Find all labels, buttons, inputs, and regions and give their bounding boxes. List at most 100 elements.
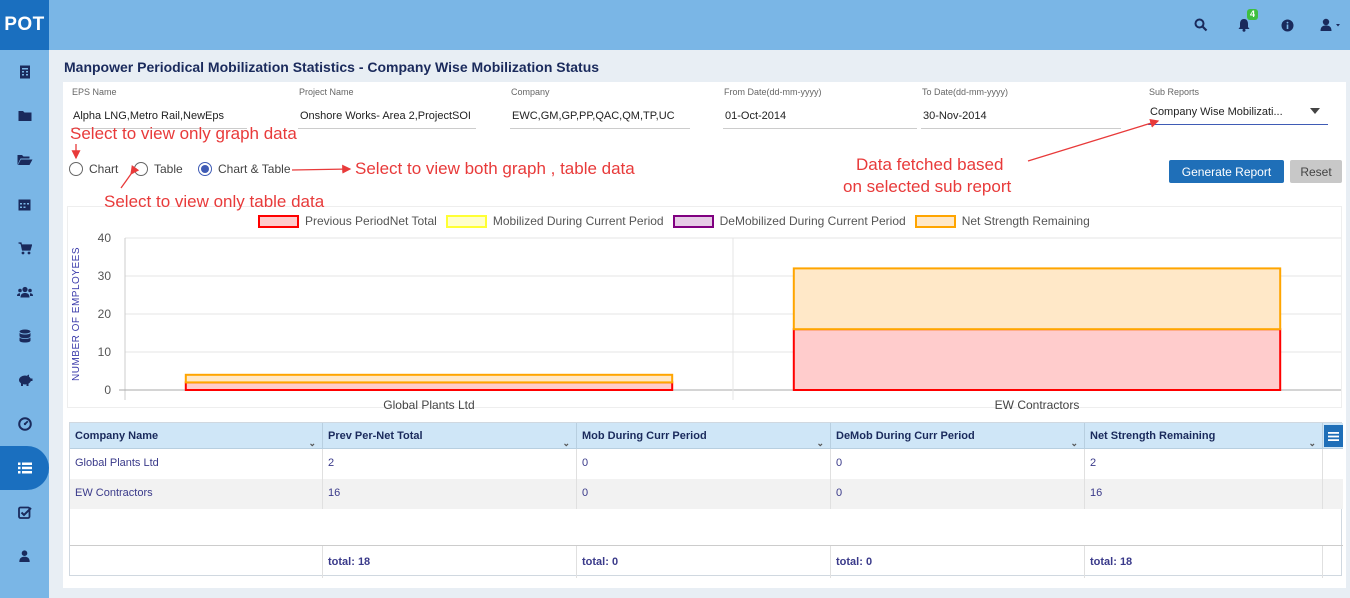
piggy-bank-icon	[18, 374, 32, 386]
app-logo[interactable]: POT	[0, 0, 49, 50]
annotation-fetched-2: on selected sub report	[843, 177, 1012, 196]
sidebar-item-users[interactable]	[0, 270, 49, 314]
generate-report-button[interactable]: Generate Report	[1169, 160, 1284, 183]
sub-reports-value: Company Wise Mobilizati...	[1150, 106, 1283, 118]
table-cell: 16	[323, 479, 577, 509]
total-cell: total: 0	[831, 546, 1085, 578]
legend-label: Previous PeriodNet Total	[305, 214, 437, 228]
column-header[interactable]: DeMob During Curr Period ⌄	[831, 423, 1085, 449]
reset-button[interactable]: Reset	[1290, 160, 1342, 183]
radio-chart-table[interactable]: Chart & Table	[198, 162, 291, 176]
legend-swatch	[914, 214, 956, 228]
project-field[interactable]: Onshore Works- Area 2,ProjectSOI	[298, 103, 476, 129]
y-tick-label: 30	[98, 269, 112, 283]
from-date-field[interactable]: 01-Oct-2014	[723, 103, 917, 129]
sidebar-item-folder-open[interactable]	[0, 138, 49, 182]
annotation-both: Select to view both graph , table data	[355, 159, 635, 178]
sidebar-item-folder[interactable]	[0, 94, 49, 138]
radio-table[interactable]: Table	[134, 162, 183, 176]
to-date-label: To Date(dd-mm-yyyy)	[922, 87, 1009, 97]
user-icon	[19, 550, 30, 562]
table-row[interactable]: Global Plants Ltd 2 0 0 2	[70, 449, 1343, 479]
radio-chart[interactable]: Chart	[69, 162, 118, 176]
radio-chart-circle[interactable]	[69, 162, 83, 176]
sidebar-item-cart[interactable]	[0, 226, 49, 270]
legend-item[interactable]: Previous PeriodNet Total	[258, 214, 437, 228]
column-header[interactable]: Prev Per-Net Total ⌄	[323, 423, 577, 449]
bar-segment	[792, 328, 1282, 391]
sidebar-item-tasks[interactable]	[0, 490, 49, 534]
sidebar-item-reports[interactable]	[0, 50, 49, 94]
column-header-label: DeMob During Curr Period	[836, 430, 975, 442]
total-cell: total: 0	[577, 546, 831, 578]
column-header-label: Mob During Curr Period	[582, 430, 707, 442]
sidebar-item-list[interactable]	[0, 446, 49, 490]
calendar-icon	[18, 199, 31, 210]
total-cell: total: 18	[323, 546, 577, 578]
radio-table-circle[interactable]	[134, 162, 148, 176]
y-tick-label: 40	[98, 231, 112, 245]
table-cell: EW Contractors	[70, 479, 323, 509]
legend-swatch	[258, 214, 299, 228]
legend-label: DeMobilized During Current Period	[719, 214, 906, 228]
chart-legend: Previous PeriodNet Total Mobilized During…	[258, 214, 1090, 228]
legend-item[interactable]: Mobilized During Current Period	[445, 214, 664, 228]
sub-reports-label: Sub Reports	[1149, 87, 1200, 97]
bar-segment	[184, 381, 674, 391]
project-label: Project Name	[299, 87, 354, 97]
annotation-graph-only: Select to view only graph data	[70, 124, 297, 143]
company-field[interactable]: EWC,GM,GP,PP,QAC,QM,TP,UC	[510, 103, 690, 129]
folder-open-icon	[17, 155, 32, 165]
column-header-label: Prev Per-Net Total	[328, 430, 423, 442]
sub-reports-select[interactable]: Company Wise Mobilizati...	[1148, 99, 1328, 125]
check-icon	[17, 506, 32, 519]
top-bar: POT 4	[0, 0, 1350, 50]
table-footer: total: 18 total: 0 total: 0 total: 18	[70, 545, 1343, 578]
y-tick-label: 0	[104, 383, 111, 397]
bar-segment	[792, 267, 1282, 331]
total-cell	[70, 546, 323, 578]
radio-chart-table-label: Chart & Table	[218, 162, 291, 176]
user-menu-icon[interactable]	[1318, 16, 1346, 34]
report-panel: EPS Name Alpha LNG,Metro Rail,NewEps Pro…	[63, 82, 1346, 588]
bar-segment	[184, 373, 674, 384]
info-icon[interactable]	[1278, 16, 1296, 34]
table-cell: 2	[323, 449, 577, 479]
column-header[interactable]: Company Name ⌄	[70, 423, 323, 449]
sidebar-item-calendar[interactable]	[0, 182, 49, 226]
sidebar-item-database[interactable]	[0, 314, 49, 358]
data-table: Company Name ⌄ Prev Per-Net Total ⌄ Mob Duri…	[69, 422, 1343, 578]
search-icon[interactable]	[1192, 16, 1210, 34]
legend-item[interactable]: Net Strength Remaining	[914, 214, 1090, 228]
company-label: Company	[511, 87, 550, 97]
chevron-down-icon	[1310, 108, 1320, 114]
notification-badge: 4	[1247, 9, 1259, 20]
radio-chart-label: Chart	[89, 162, 119, 176]
table-header: Company Name ⌄ Prev Per-Net Total ⌄ Mob Duri…	[70, 423, 1343, 449]
table-row[interactable]: EW Contractors 16 0 0 16	[70, 479, 1343, 509]
radio-table-label: Table	[154, 162, 183, 176]
y-axis-label: NUMBER OF EMPLOYEES	[71, 247, 82, 381]
sidebar-item-profile[interactable]	[0, 534, 49, 578]
list-icon	[17, 462, 32, 474]
table-cell: 16	[1085, 479, 1323, 509]
table-cell: Global Plants Ltd	[70, 449, 323, 479]
y-tick-label: 10	[98, 345, 112, 359]
x-tick-label: Global Plants Ltd	[383, 398, 474, 412]
legend-swatch	[445, 214, 487, 228]
table-menu-button[interactable]	[1324, 425, 1343, 447]
report-icon	[19, 65, 30, 79]
x-tick-label: EW Contractors	[995, 398, 1080, 412]
column-header[interactable]: Mob During Curr Period ⌄	[577, 423, 831, 449]
sidebar-item-savings[interactable]	[0, 358, 49, 402]
users-icon	[16, 286, 33, 298]
radio-chart-table-circle[interactable]	[198, 162, 212, 176]
to-date-field[interactable]: 30-Nov-2014	[921, 103, 1121, 129]
sidebar	[0, 50, 49, 598]
sidebar-item-dashboard[interactable]	[0, 402, 49, 446]
column-header[interactable]: Net Strength Remaining ⌄	[1085, 423, 1323, 449]
column-header-label: Company Name	[75, 430, 159, 442]
folder-icon	[18, 111, 31, 121]
y-tick-label: 20	[98, 307, 112, 321]
legend-item[interactable]: DeMobilized During Current Period	[672, 214, 906, 228]
